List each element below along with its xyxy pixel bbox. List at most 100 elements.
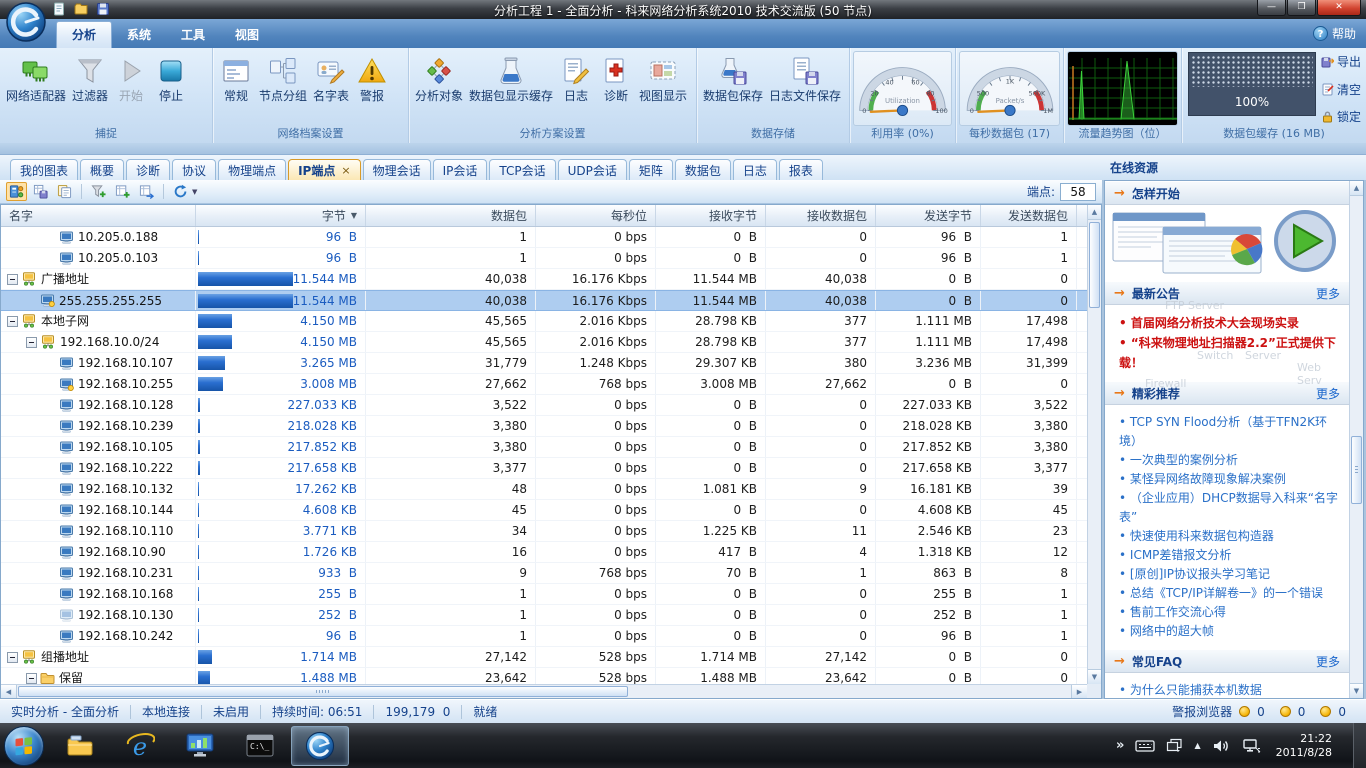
- scroll-left-arrow[interactable]: ◀: [1, 685, 17, 698]
- sidebar-scrollbar[interactable]: ▲ ▼: [1349, 181, 1363, 698]
- table-row[interactable]: 192.168.10.128227.033 KB3,5220 bps0 B022…: [1, 395, 1087, 416]
- copy-table-button[interactable]: [54, 182, 75, 201]
- taskbar-explorer-button[interactable]: [51, 726, 109, 766]
- table-add-button[interactable]: [112, 182, 133, 201]
- vertical-scrollbar[interactable]: ▲ ▼: [1087, 205, 1101, 684]
- column-header-2[interactable]: 数据包: [366, 205, 536, 226]
- table-row[interactable]: 192.168.10.130252 B10 bps0 B0252 B1: [1, 605, 1087, 626]
- taskbar-capsa-button[interactable]: [291, 726, 349, 766]
- node-group-button[interactable]: 节点分组: [256, 51, 310, 126]
- table-row[interactable]: 192.168.10.1444.608 KB450 bps0 B04.608 K…: [1, 500, 1087, 521]
- table-row[interactable]: 192.168.10.1103.771 KB340 bps1.225 KB112…: [1, 521, 1087, 542]
- scroll-up-arrow[interactable]: ▲: [1350, 181, 1363, 196]
- refresh-dropdown-icon[interactable]: ▼: [192, 188, 197, 196]
- resource-link[interactable]: 某怪异网络故障现象解决案例: [1119, 470, 1341, 489]
- keyboard-icon[interactable]: [1135, 739, 1155, 753]
- network-tray-icon[interactable]: [1241, 738, 1261, 754]
- table-row[interactable]: 本地子网4.150 MB45,5652.016 Kbps28.798 KB377…: [1, 311, 1087, 332]
- more-link[interactable]: 更多: [1316, 385, 1340, 402]
- tray-overflow-icon[interactable]: »: [1116, 738, 1124, 753]
- ribbon-tab-view[interactable]: 视图: [220, 22, 274, 48]
- ribbon-tab-tools[interactable]: 工具: [166, 22, 220, 48]
- start-button[interactable]: [4, 726, 44, 766]
- packet-buffer-button[interactable]: 数据包显示缓存: [466, 51, 556, 126]
- resource-link[interactable]: 总结《TCP/IP详解卷一》的一个错误: [1119, 584, 1341, 603]
- view-tab-8[interactable]: TCP会话: [489, 159, 555, 180]
- scroll-right-arrow[interactable]: ▶: [1071, 685, 1087, 698]
- table-row[interactable]: 10.205.0.10396 B10 bps0 B096 B1: [1, 248, 1087, 269]
- view-tab-6[interactable]: 物理会话: [363, 159, 431, 180]
- resource-link[interactable]: （企业应用）DHCP数据导入科来“名字表”: [1119, 489, 1341, 527]
- sidebar-scroll-thumb[interactable]: [1351, 436, 1362, 504]
- table-row[interactable]: 保留1.488 MB23,642528 bps1.488 MB23,6420 B…: [1, 668, 1087, 684]
- analysis-object-button[interactable]: 分析对象: [412, 51, 466, 126]
- view-tab-13[interactable]: 报表: [779, 159, 823, 180]
- stop-button[interactable]: 停止: [151, 51, 191, 126]
- resource-link[interactable]: 售前工作交流心得: [1119, 603, 1341, 622]
- scroll-down-arrow[interactable]: ▼: [1350, 683, 1363, 698]
- taskbar-clock[interactable]: 21:22 2011/8/28: [1276, 732, 1332, 760]
- tree-expander[interactable]: [26, 337, 37, 348]
- resource-link[interactable]: 为什么只能捕获本机数据: [1119, 681, 1341, 698]
- more-link[interactable]: 更多: [1316, 285, 1340, 302]
- view-tab-11[interactable]: 数据包: [675, 159, 731, 180]
- view-tab-4[interactable]: 物理端点: [218, 159, 286, 180]
- view-tab-7[interactable]: IP会话: [433, 159, 488, 180]
- show-desktop-button[interactable]: [1353, 723, 1366, 768]
- table-row[interactable]: 10.205.0.18896 B10 bps0 B096 B1: [1, 227, 1087, 248]
- ribbon-tab-analysis[interactable]: 分析: [56, 21, 112, 48]
- resource-link[interactable]: 首届网络分析技术大会现场实录: [1119, 313, 1341, 333]
- table-row[interactable]: 192.168.10.13217.262 KB480 bps1.081 KB91…: [1, 479, 1087, 500]
- column-header-1[interactable]: 字节▼: [196, 205, 366, 226]
- resource-link[interactable]: 一次典型的案例分析: [1119, 451, 1341, 470]
- table-row[interactable]: 组播地址1.714 MB27,142528 bps1.714 MB27,1420…: [1, 647, 1087, 668]
- table-row[interactable]: 广播地址11.544 MB40,03816.176 Kbps11.544 MB4…: [1, 269, 1087, 290]
- log-button[interactable]: 日志: [556, 51, 596, 126]
- alarm-explorer[interactable]: 警报浏览器 0 0 0: [1172, 703, 1366, 720]
- resource-link[interactable]: [原创]IP协议报头学习笔记: [1119, 565, 1341, 584]
- table-row[interactable]: 192.168.10.222217.658 KB3,3770 bps0 B021…: [1, 458, 1087, 479]
- clear-buffer-button[interactable]: 清空: [1321, 81, 1361, 98]
- table-row[interactable]: 192.168.10.239218.028 KB3,3800 bps0 B021…: [1, 416, 1087, 437]
- horizontal-scrollbar[interactable]: ◀ ▶: [1, 684, 1087, 698]
- show-hidden-icons-arrow[interactable]: ▲: [1194, 741, 1200, 750]
- section-how-to-start[interactable]: → 怎样开始: [1105, 181, 1349, 205]
- scroll-down-arrow[interactable]: ▼: [1088, 669, 1101, 684]
- app-logo-icon[interactable]: [5, 1, 47, 43]
- table-row[interactable]: 192.168.10.24296 B10 bps0 B096 B1: [1, 626, 1087, 647]
- locate-node-button[interactable]: [6, 182, 27, 201]
- view-tab-10[interactable]: 矩阵: [629, 159, 673, 180]
- filter-add-button[interactable]: [88, 182, 109, 201]
- view-tab-9[interactable]: UDP会话: [558, 159, 627, 180]
- table-export-button[interactable]: [136, 182, 157, 201]
- window-switcher-icon[interactable]: [1166, 738, 1183, 754]
- export-buffer-button[interactable]: 导出: [1321, 53, 1361, 70]
- view-tab-5[interactable]: IP端点×: [288, 159, 360, 180]
- how-to-start-image[interactable]: [1105, 205, 1349, 281]
- alarm-button[interactable]: 警报: [352, 51, 392, 126]
- network-adapter-button[interactable]: 网络适配器: [3, 51, 69, 126]
- resource-link[interactable]: TCP SYN Flood分析（基于TFN2K环境）: [1119, 413, 1341, 451]
- column-header-5[interactable]: 接收数据包: [766, 205, 876, 226]
- filter-button[interactable]: 过滤器: [69, 51, 111, 126]
- help-button[interactable]: ? 帮助: [1313, 25, 1356, 42]
- resource-link[interactable]: ICMP差错报文分析: [1119, 546, 1341, 565]
- column-header-0[interactable]: 名字: [1, 205, 196, 226]
- column-header-6[interactable]: 发送字节: [876, 205, 981, 226]
- diagnosis-button[interactable]: 诊断: [596, 51, 636, 126]
- taskbar-ie-button[interactable]: e: [111, 726, 169, 766]
- table-row[interactable]: 192.168.10.231933 B9768 bps70 B1863 B8: [1, 563, 1087, 584]
- save-table-button[interactable]: [30, 182, 51, 201]
- table-row[interactable]: 192.168.10.2553.008 MB27,662768 bps3.008…: [1, 374, 1087, 395]
- table-row[interactable]: 255.255.255.25511.544 MB40,03816.176 Kbp…: [1, 290, 1087, 311]
- restore-button[interactable]: ❒: [1287, 0, 1316, 16]
- log-save-button[interactable]: 日志文件保存: [766, 51, 844, 126]
- refresh-button[interactable]: [170, 182, 191, 201]
- packet-save-button[interactable]: 数据包保存: [700, 51, 766, 126]
- taskbar-cmd-button[interactable]: C:\_: [231, 726, 289, 766]
- resource-link[interactable]: 快速使用科来数据包构造器: [1119, 527, 1341, 546]
- close-button[interactable]: ✕: [1317, 0, 1361, 16]
- tree-expander[interactable]: [7, 316, 18, 327]
- tree-expander[interactable]: [26, 673, 37, 684]
- scroll-up-arrow[interactable]: ▲: [1088, 205, 1101, 220]
